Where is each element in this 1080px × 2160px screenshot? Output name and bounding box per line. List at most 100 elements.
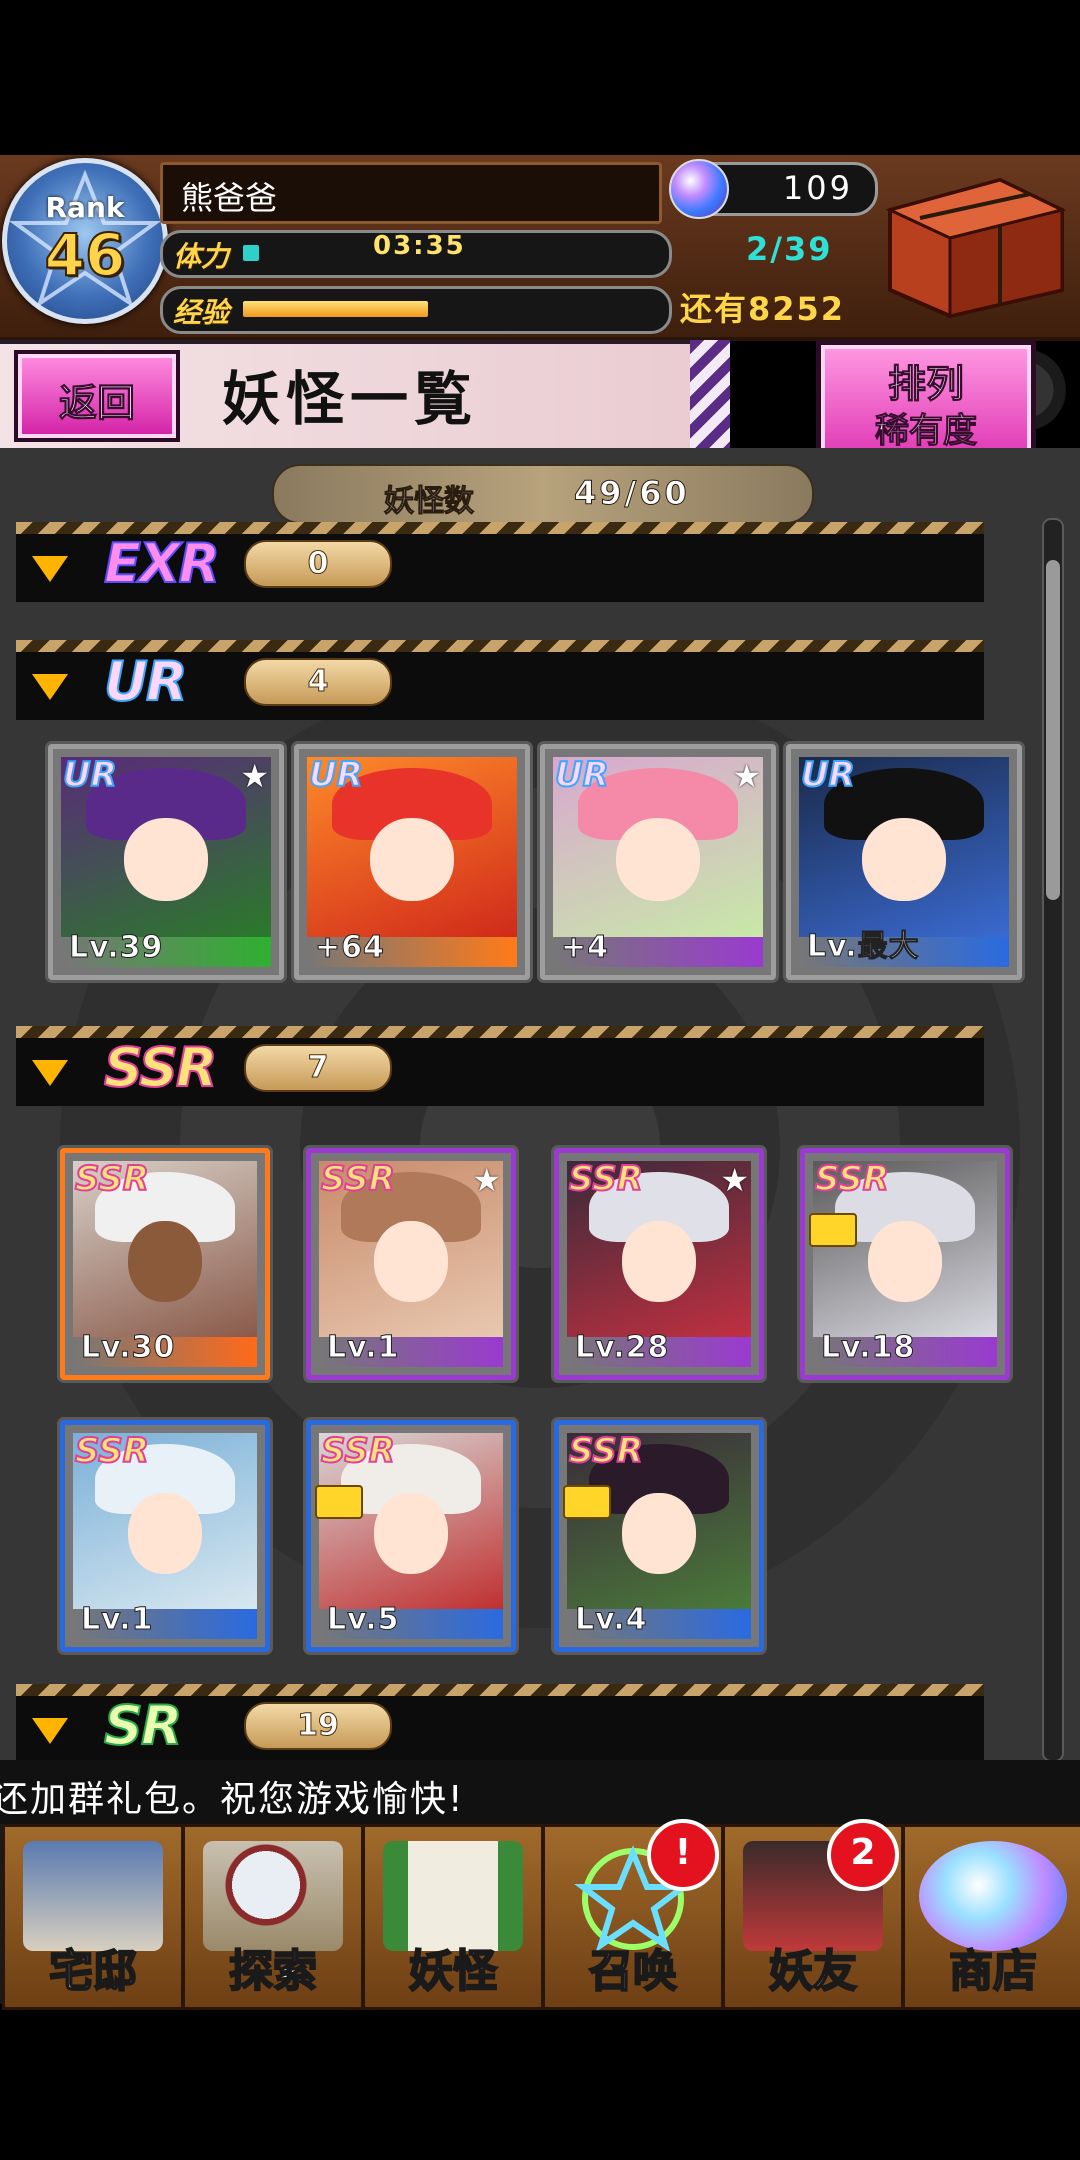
card-rarity: SSR <box>814 1158 890 1200</box>
ticker-text: 还加群礼包。祝您游戏愉快! <box>0 1779 465 1820</box>
nav-summon[interactable]: ! 召唤 <box>542 1819 724 2010</box>
nav-label: 召唤 <box>588 1945 678 1998</box>
yokai-card[interactable]: SSR Lv.30 <box>60 1148 270 1380</box>
rarity-label: SSR <box>103 1035 218 1100</box>
player-name: 熊爸爸 <box>181 179 278 217</box>
yokai-list[interactable]: 妖怪数 49/60 EXR 0 UR 4 UR ★ Lv.39 UR +64 U… <box>0 448 1080 1760</box>
gift-box-icon[interactable] <box>880 170 1070 319</box>
card-level: Lv.1 <box>81 1602 154 1638</box>
card-rarity: UR <box>308 754 364 796</box>
card-rarity: SSR <box>74 1158 150 1200</box>
stamina-count: 2/39 <box>746 230 833 268</box>
triangle-down-icon <box>32 1060 68 1086</box>
stamina-label: 体力 <box>173 240 230 273</box>
star-icon: ★ <box>720 1161 749 1199</box>
yokai-card[interactable]: SSR Lv.1 <box>60 1420 270 1652</box>
section-exr[interactable]: EXR 0 <box>16 522 984 602</box>
back-label: 返回 <box>58 381 135 426</box>
exp-remaining: 还有8252 <box>680 290 846 328</box>
stamina-fill <box>243 245 260 261</box>
card-level: Lv.4 <box>575 1602 648 1638</box>
card-level: Lv.5 <box>327 1602 400 1638</box>
card-rarity: SSR <box>74 1430 150 1472</box>
card-rarity: SSR <box>568 1430 644 1472</box>
card-rarity: UR <box>800 754 856 796</box>
card-rarity: SSR <box>568 1158 644 1200</box>
lock-icon <box>563 1485 611 1519</box>
rarity-count: 7 <box>244 1044 392 1092</box>
section-ssr[interactable]: SSR 7 <box>16 1026 984 1106</box>
player-name-bar: 熊爸爸 <box>160 162 662 224</box>
card-level: Lv.18 <box>820 1330 916 1366</box>
exp-bar: 经验 <box>160 286 672 334</box>
yokai-count-label: 妖怪数 <box>384 484 475 520</box>
rarity-label: SR <box>103 1693 184 1758</box>
yokai-card[interactable]: SSR Lv.5 <box>306 1420 516 1652</box>
gem-count: 109 <box>782 169 853 207</box>
yokai-card[interactable]: SSR ★ Lv.28 <box>554 1148 764 1380</box>
sort-value: 稀有度 <box>875 411 978 452</box>
rarity-label: EXR <box>103 531 221 596</box>
card-level: +4 <box>560 930 610 966</box>
card-level: Lv.最大 <box>807 929 920 965</box>
notification-badge: ! <box>647 1819 719 1891</box>
yokai-card[interactable]: UR +64 <box>294 744 530 980</box>
nav-shop[interactable]: 商店 <box>902 1824 1080 2010</box>
lock-icon <box>315 1485 363 1519</box>
rank-value: 46 <box>44 220 127 290</box>
section-ur[interactable]: UR 4 <box>16 640 984 720</box>
card-level: Lv.1 <box>327 1330 400 1366</box>
yokai-card[interactable]: UR ★ +4 <box>540 744 776 980</box>
scrollbar-thumb[interactable] <box>1046 560 1060 900</box>
nav-yokai[interactable]: 妖怪 <box>362 1824 544 2010</box>
card-level: +64 <box>315 930 385 966</box>
sort-label: 排列 <box>887 362 964 407</box>
triangle-down-icon <box>32 1718 68 1744</box>
lock-icon <box>809 1213 857 1247</box>
star-icon: ★ <box>472 1161 501 1199</box>
bottom-nav: 宅邸 探索 妖怪 ! 召唤 2 妖友 商店 <box>0 1819 1080 2010</box>
rank-label: Rank <box>45 191 125 224</box>
card-rarity: SSR <box>320 1158 396 1200</box>
section-sr[interactable]: SR 19 <box>16 1684 984 1760</box>
nav-label: 探索 <box>228 1945 318 1998</box>
card-rarity: UR <box>554 754 610 796</box>
title-stripe <box>690 340 730 448</box>
yokai-card[interactable]: UR ★ Lv.39 <box>48 744 284 980</box>
notification-badge: 2 <box>827 1819 899 1891</box>
magic-stone-icon <box>669 159 729 219</box>
nav-explore[interactable]: 探索 <box>182 1824 364 2010</box>
yokai-card[interactable]: SSR Lv.18 <box>800 1148 1010 1380</box>
rarity-count: 4 <box>244 658 392 706</box>
exp-fill <box>243 301 428 317</box>
news-ticker: 还加群礼包。祝您游戏愉快! <box>0 1760 1080 1824</box>
star-icon: ★ <box>732 757 761 795</box>
gem-counter[interactable]: 109 <box>669 159 878 219</box>
rarity-label: UR <box>103 649 188 714</box>
card-rarity: UR <box>62 754 118 796</box>
star-icon: ★ <box>240 757 269 795</box>
stamina-bar: 体力 03:35 <box>160 230 672 278</box>
stamina-timer: 03:35 <box>373 231 466 261</box>
yokai-count-value: 49/60 <box>574 474 690 513</box>
rarity-count: 0 <box>244 540 392 588</box>
page-title: 妖怪一覧 <box>222 365 479 433</box>
rank-badge[interactable]: Rank 46 <box>2 158 168 324</box>
triangle-down-icon <box>32 674 68 700</box>
nav-label: 商店 <box>948 1945 1038 1998</box>
card-level: Lv.39 <box>68 930 164 966</box>
nav-label: 宅邸 <box>48 1945 138 1998</box>
card-rarity: SSR <box>320 1430 396 1472</box>
back-button[interactable]: 返回 <box>14 350 180 442</box>
yokai-card[interactable]: UR Lv.最大 <box>786 744 1022 980</box>
exp-label: 经验 <box>173 296 230 329</box>
nav-label: 妖怪 <box>408 1945 498 1998</box>
yokai-card[interactable]: SSR ★ Lv.1 <box>306 1148 516 1380</box>
nav-label: 妖友 <box>768 1945 858 1998</box>
card-level: Lv.30 <box>80 1330 176 1366</box>
yokai-card[interactable]: SSR Lv.4 <box>554 1420 764 1652</box>
nav-friends[interactable]: 2 妖友 <box>722 1819 904 2010</box>
rarity-count: 19 <box>244 1702 392 1750</box>
scrollbar[interactable] <box>1042 518 1064 1760</box>
nav-mansion[interactable]: 宅邸 <box>2 1824 184 2010</box>
